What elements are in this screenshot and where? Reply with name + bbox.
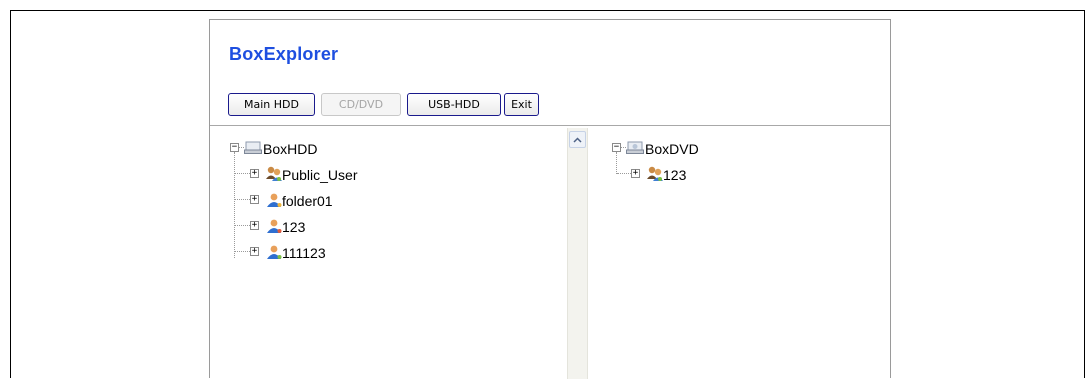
user-folder-icon: [267, 245, 282, 259]
app-title: BoxExplorer: [229, 44, 339, 64]
tree-connector: [235, 199, 250, 201]
toolbar-separator: [210, 125, 890, 126]
usb-hdd-button[interactable]: USB-HDD: [407, 93, 501, 116]
app-panel: BoxExplorer Main HDD CD/DVD USB-HDD Exit…: [209, 19, 891, 379]
tree-node-label: Public_User: [282, 167, 358, 183]
group-users-icon: [266, 166, 282, 181]
tree-node-label: 123: [282, 219, 306, 235]
user-folder-icon: [267, 219, 282, 233]
expand-toggle-123[interactable]: +: [250, 221, 259, 230]
user-folder-icon: [267, 193, 282, 207]
tree-connector: [235, 225, 250, 227]
tree-connector: [617, 173, 631, 175]
tree-node-label: BoxHDD: [263, 141, 318, 157]
hard-drive-icon: [244, 141, 262, 154]
dvd-drive-icon: [626, 141, 644, 154]
exit-button[interactable]: Exit: [504, 93, 539, 116]
tree-node-label: 111123: [282, 245, 326, 261]
collapse-toggle-boxhdd[interactable]: −: [230, 143, 239, 152]
tree-connector: [234, 152, 236, 258]
tree-node-label: 123: [663, 167, 687, 183]
expand-toggle-public-user[interactable]: +: [250, 169, 259, 178]
tree-connector: [235, 173, 250, 175]
chevron-up-icon: [573, 136, 582, 143]
tree-connector: [616, 152, 618, 174]
expand-toggle-111123[interactable]: +: [250, 247, 259, 256]
expand-toggle-dvd-123[interactable]: +: [631, 169, 640, 178]
group-users-icon: [647, 166, 663, 181]
scroll-up-button[interactable]: [569, 131, 586, 148]
tree-connector: [235, 251, 250, 253]
collapse-toggle-boxdvd[interactable]: −: [612, 143, 621, 152]
main-hdd-button[interactable]: Main HDD: [228, 93, 315, 116]
expand-toggle-folder01[interactable]: +: [250, 195, 259, 204]
tree-node-label: folder01: [282, 193, 333, 209]
cd-dvd-button[interactable]: CD/DVD: [321, 93, 401, 116]
tree-node-label: BoxDVD: [645, 141, 699, 157]
vertical-scrollbar[interactable]: [567, 128, 588, 379]
